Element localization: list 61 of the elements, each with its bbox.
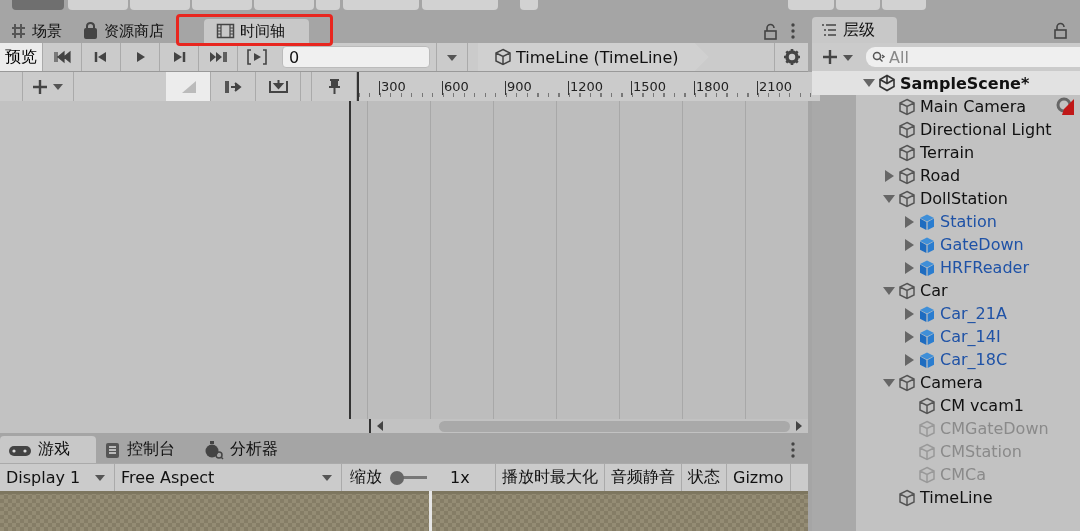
- hierarchy-item[interactable]: Road: [920, 166, 961, 185]
- ruler-label: 900: [505, 81, 568, 95]
- lock-icon: [1053, 22, 1068, 39]
- preview-button[interactable]: 预览: [0, 43, 43, 71]
- hierarchy-item[interactable]: Car_14I: [940, 327, 1001, 346]
- right-arrow-icon: [794, 420, 804, 432]
- hierarchy-item[interactable]: TimeLine: [920, 488, 993, 507]
- panel-tab[interactable]: 层级: [812, 17, 897, 43]
- hierarchy-item[interactable]: Car_21A: [940, 304, 1007, 323]
- hierarchy-item[interactable]: GateDown: [940, 235, 1024, 254]
- stopwatch-icon: [203, 439, 224, 460]
- more-icon: [790, 441, 796, 459]
- caret-icon: [52, 82, 64, 91]
- ruler-label: 1500: [631, 81, 694, 95]
- panel-tab[interactable]: 资源商店: [76, 19, 178, 43]
- hierarchy-item[interactable]: CM vcam1: [940, 396, 1024, 415]
- grid-icon: [10, 22, 27, 40]
- cube-icon: [494, 48, 512, 66]
- panel-tab[interactable]: 时间轴: [204, 19, 309, 43]
- hierarchy-item[interactable]: Car: [920, 281, 948, 300]
- panel-tab[interactable]: 场景: [4, 19, 76, 43]
- ruler-label: 600: [442, 81, 505, 95]
- skip-to-start-icon: [52, 49, 72, 65]
- hierarchy-item[interactable]: Station: [940, 212, 997, 231]
- caret-icon: [321, 473, 333, 482]
- panel-tab[interactable]: 控制台: [96, 436, 195, 463]
- document-icon: [104, 440, 121, 459]
- plus-icon: [32, 78, 48, 95]
- caret-icon: [446, 52, 458, 62]
- ruler-label: 1800: [694, 81, 757, 95]
- more-icon: [790, 22, 796, 40]
- hierarchy-item[interactable]: Terrain: [920, 143, 975, 162]
- film-icon: [216, 22, 235, 40]
- time-ruler[interactable]: 300 600 900 1200 1500 1800 2100: [359, 72, 820, 101]
- skip-to-end-icon: [208, 49, 228, 65]
- caret-icon: [94, 473, 106, 482]
- hierarchy-item[interactable]: Main Camera: [920, 97, 1027, 116]
- insert-icon: [267, 77, 289, 96]
- panel-tab[interactable]: 游戏: [0, 436, 96, 463]
- scale-value: 1x: [450, 468, 470, 487]
- ruler-label: 1200: [568, 81, 631, 95]
- hierarchy-item[interactable]: Car_18C: [940, 350, 1008, 369]
- panel-tab[interactable]: 分析器: [195, 436, 298, 463]
- hierarchy-item[interactable]: DollStation: [920, 189, 1008, 208]
- frame-field[interactable]: 0: [282, 46, 430, 68]
- hierarchy-item[interactable]: Directional Light: [920, 120, 1052, 139]
- plus-icon: [822, 49, 838, 65]
- settings-icon: [782, 48, 801, 66]
- scale-label: 缩放: [350, 467, 382, 488]
- lock-icon: [763, 22, 778, 40]
- left-arrow-icon: [375, 420, 385, 432]
- search-icon: [872, 51, 885, 63]
- breadcrumb[interactable]: TimeLine (TimeLine): [478, 43, 709, 71]
- hierarchy-item[interactable]: Camera: [920, 373, 983, 392]
- dropdown-button[interactable]: [436, 43, 468, 71]
- slider-thumb[interactable]: [390, 470, 404, 485]
- list-icon: [820, 21, 837, 39]
- caret-icon: [842, 52, 854, 62]
- ruler-label: 300: [379, 81, 442, 95]
- play-range-icon: [246, 48, 268, 66]
- hierarchy-item[interactable]: HRFReader: [940, 258, 1029, 277]
